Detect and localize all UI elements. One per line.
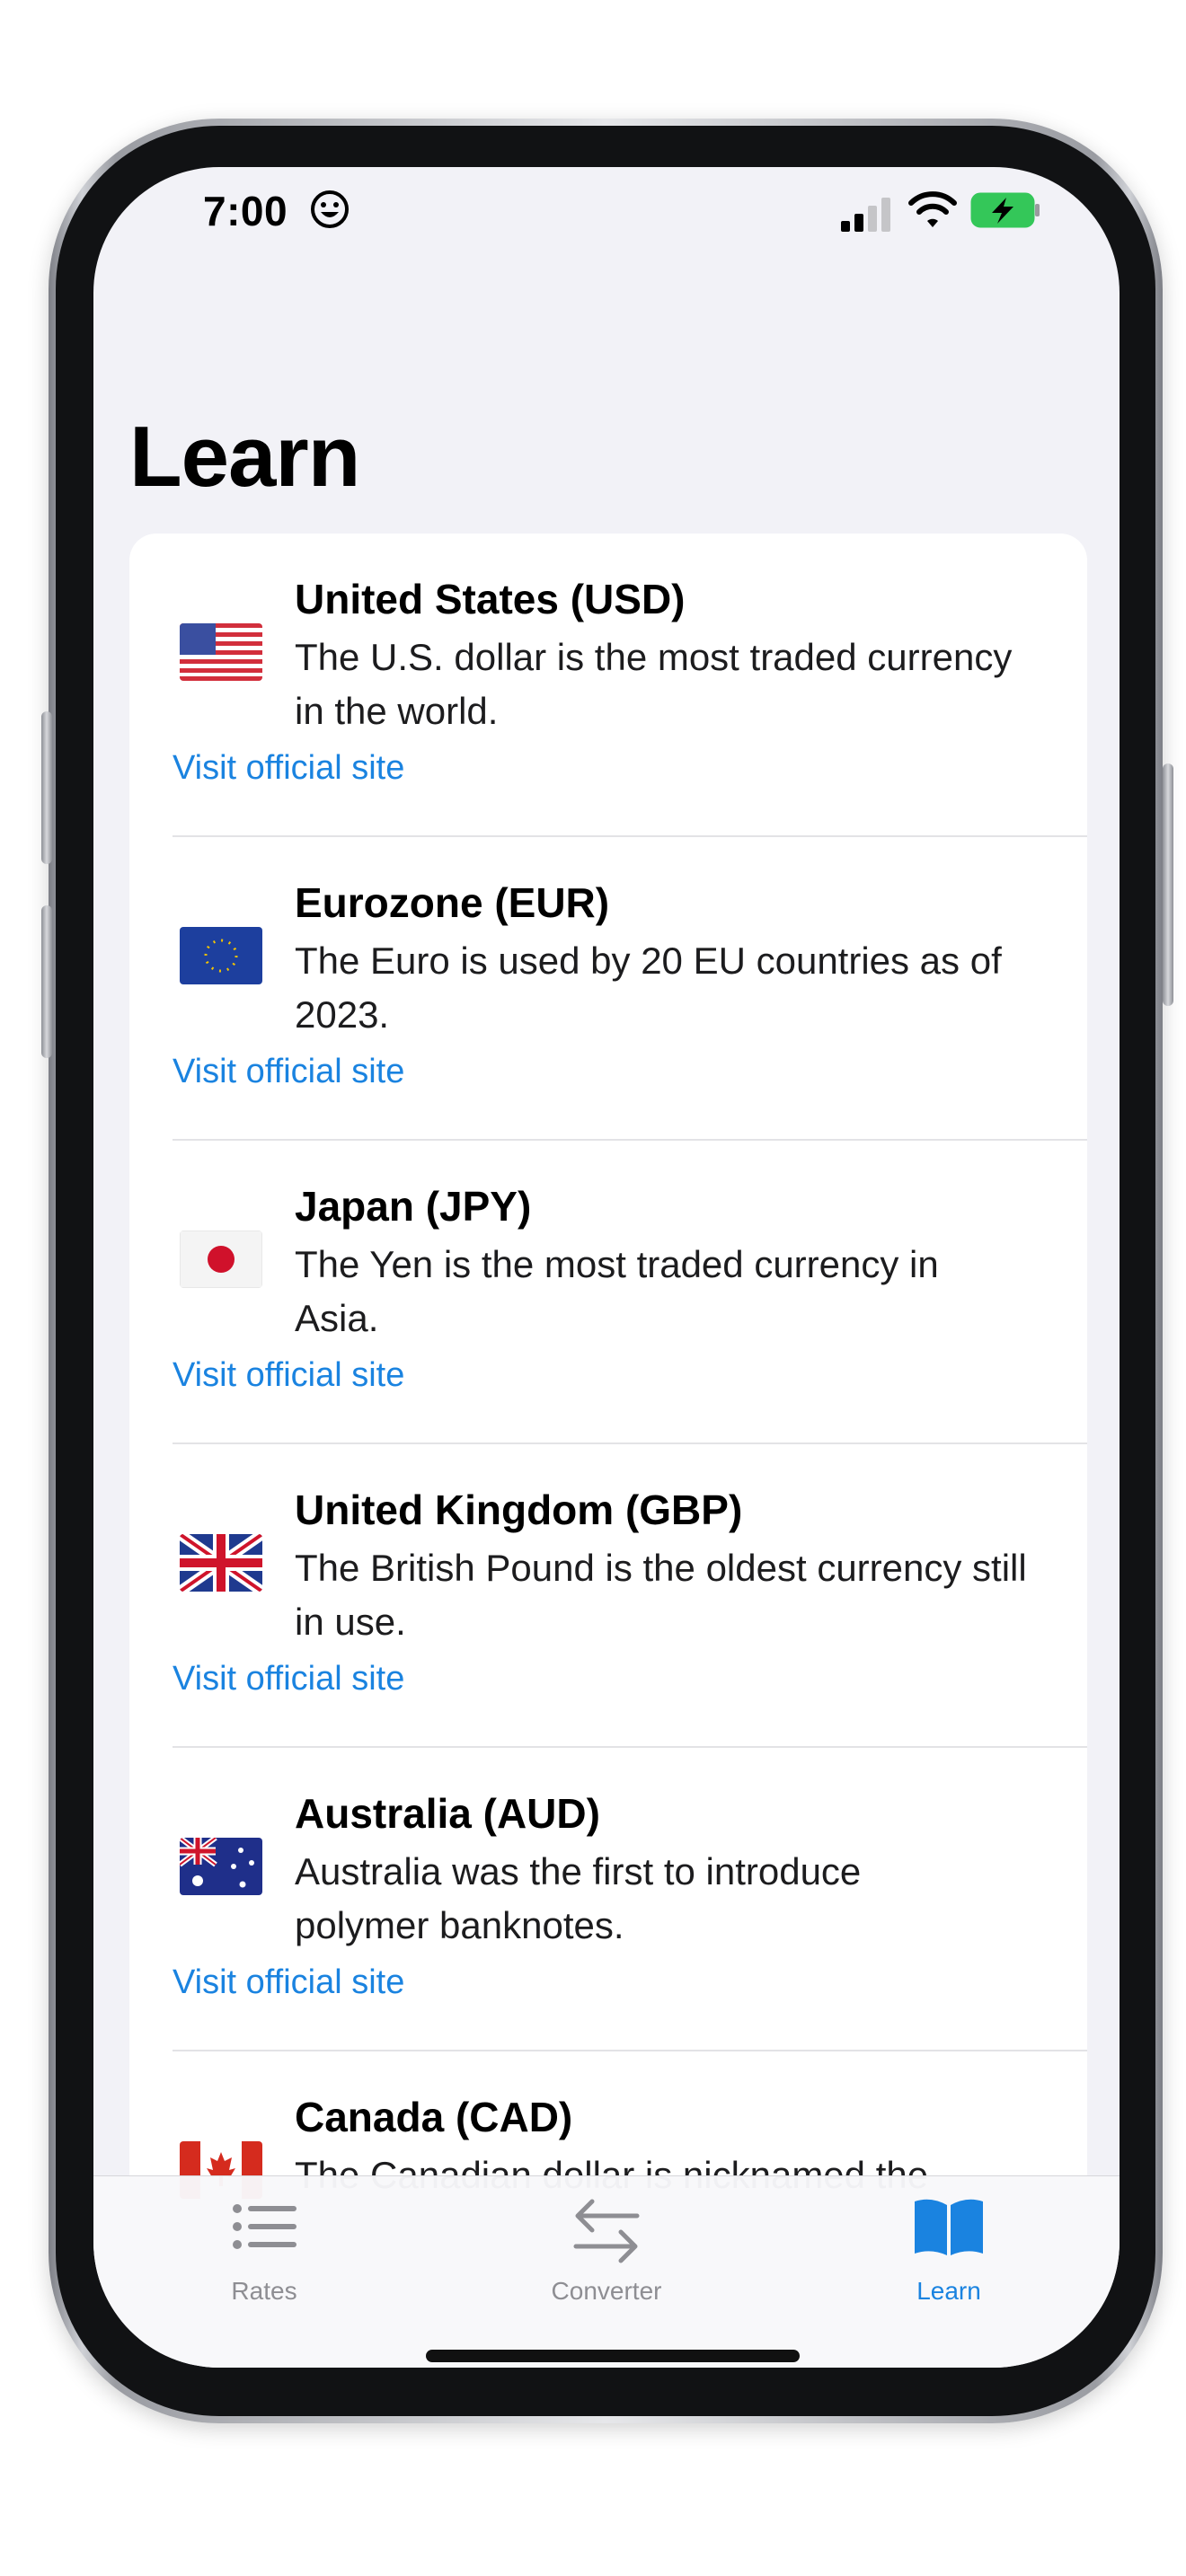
currency-description: Australia was the first to introduce pol… bbox=[295, 1850, 862, 1946]
list-icon bbox=[233, 2204, 296, 2249]
uk-flag-icon bbox=[180, 1534, 262, 1592]
list-item: United States (USD) The U.S. dollar is t… bbox=[129, 534, 1087, 837]
wifi-icon bbox=[908, 191, 957, 227]
australia-flag-icon bbox=[180, 1838, 262, 1895]
book-icon bbox=[915, 2199, 983, 2255]
list-item: Japan (JPY) The Yen is the most traded c… bbox=[129, 1141, 1087, 1444]
list-item: Australia (AUD) Australia was the first … bbox=[129, 1748, 1087, 2051]
visit-official-site-link[interactable]: Visit official site bbox=[173, 1053, 404, 1091]
smiley-icon bbox=[311, 190, 349, 228]
battery-charging-icon bbox=[970, 192, 1040, 228]
currency-title: United Kingdom (GBP) bbox=[295, 1486, 743, 1533]
status-time: 7:00 bbox=[203, 188, 288, 234]
currency-title: Japan (JPY) bbox=[295, 1183, 532, 1230]
currency-description: The British Pound is the oldest currency… bbox=[295, 1547, 1027, 1643]
status-bar: 7:00 bbox=[93, 167, 1120, 266]
us-flag-icon bbox=[180, 623, 262, 681]
visit-official-site-link[interactable]: Visit official site bbox=[173, 1356, 404, 1395]
arrows-swap-icon bbox=[573, 2199, 640, 2263]
app-screen: 7:00 Learn United States (USD) The U.S. … bbox=[93, 167, 1120, 2368]
tab-label: Rates bbox=[231, 2277, 297, 2305]
currency-title: Canada (CAD) bbox=[295, 2094, 573, 2140]
visit-official-site-link[interactable]: Visit official site bbox=[173, 1963, 404, 2002]
signal-icon bbox=[841, 198, 890, 232]
currency-title: United States (USD) bbox=[295, 576, 686, 622]
currency-description: The U.S. dollar is the most traded curre… bbox=[295, 636, 1013, 732]
currency-title: Eurozone (EUR) bbox=[295, 879, 610, 926]
tab-converter[interactable]: Converter bbox=[472, 2176, 741, 2311]
tab-learn[interactable]: Learn bbox=[814, 2176, 1084, 2311]
list-item: Eurozone (EUR) The Euro is used by 20 EU… bbox=[129, 837, 1087, 1141]
tab-label: Learn bbox=[916, 2277, 981, 2305]
tab-bar: Rates Converter Learn bbox=[93, 2175, 1120, 2368]
eu-flag-icon bbox=[180, 927, 262, 984]
page-title: Learn bbox=[129, 409, 360, 505]
currency-list: United States (USD) The U.S. dollar is t… bbox=[129, 534, 1087, 2240]
home-indicator[interactable] bbox=[426, 2350, 800, 2362]
visit-official-site-link[interactable]: Visit official site bbox=[173, 749, 404, 788]
currency-description: The Yen is the most traded currency in A… bbox=[295, 1243, 939, 1339]
currency-description: The Euro is used by 20 EU countries as o… bbox=[295, 940, 1002, 1036]
japan-flag-icon bbox=[180, 1231, 262, 1288]
tab-label: Converter bbox=[551, 2277, 662, 2305]
list-item: United Kingdom (GBP) The British Pound i… bbox=[129, 1444, 1087, 1748]
volume-down-button bbox=[41, 905, 52, 1058]
power-button bbox=[1163, 763, 1173, 1006]
currency-title: Australia (AUD) bbox=[295, 1790, 600, 1837]
visit-official-site-link[interactable]: Visit official site bbox=[173, 1660, 404, 1698]
volume-up-button bbox=[41, 711, 52, 864]
tab-rates[interactable]: Rates bbox=[129, 2176, 399, 2311]
